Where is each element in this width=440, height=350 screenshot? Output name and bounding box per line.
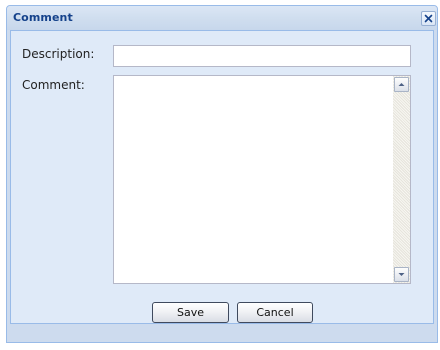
comment-dialog: Comment Description: Comment: Save Cance… [6, 5, 438, 343]
close-icon [424, 14, 433, 23]
comment-scrollbar[interactable] [393, 76, 410, 283]
dialog-titlebar[interactable]: Comment [7, 6, 437, 30]
arrow-down-icon [398, 273, 405, 276]
comment-textarea[interactable] [114, 76, 393, 283]
dialog-title: Comment [13, 11, 73, 24]
dialog-body: Description: Comment: Save Cancel [10, 30, 434, 324]
comment-label: Comment: [22, 78, 85, 92]
scroll-up-button[interactable] [394, 77, 409, 92]
description-input[interactable] [113, 45, 411, 67]
close-button[interactable] [421, 11, 436, 26]
scroll-down-button[interactable] [394, 267, 409, 282]
arrow-up-icon [398, 83, 405, 86]
description-label: Description: [22, 47, 95, 61]
save-button[interactable]: Save [152, 302, 229, 323]
cancel-button[interactable]: Cancel [237, 302, 313, 323]
comment-field [113, 75, 411, 284]
